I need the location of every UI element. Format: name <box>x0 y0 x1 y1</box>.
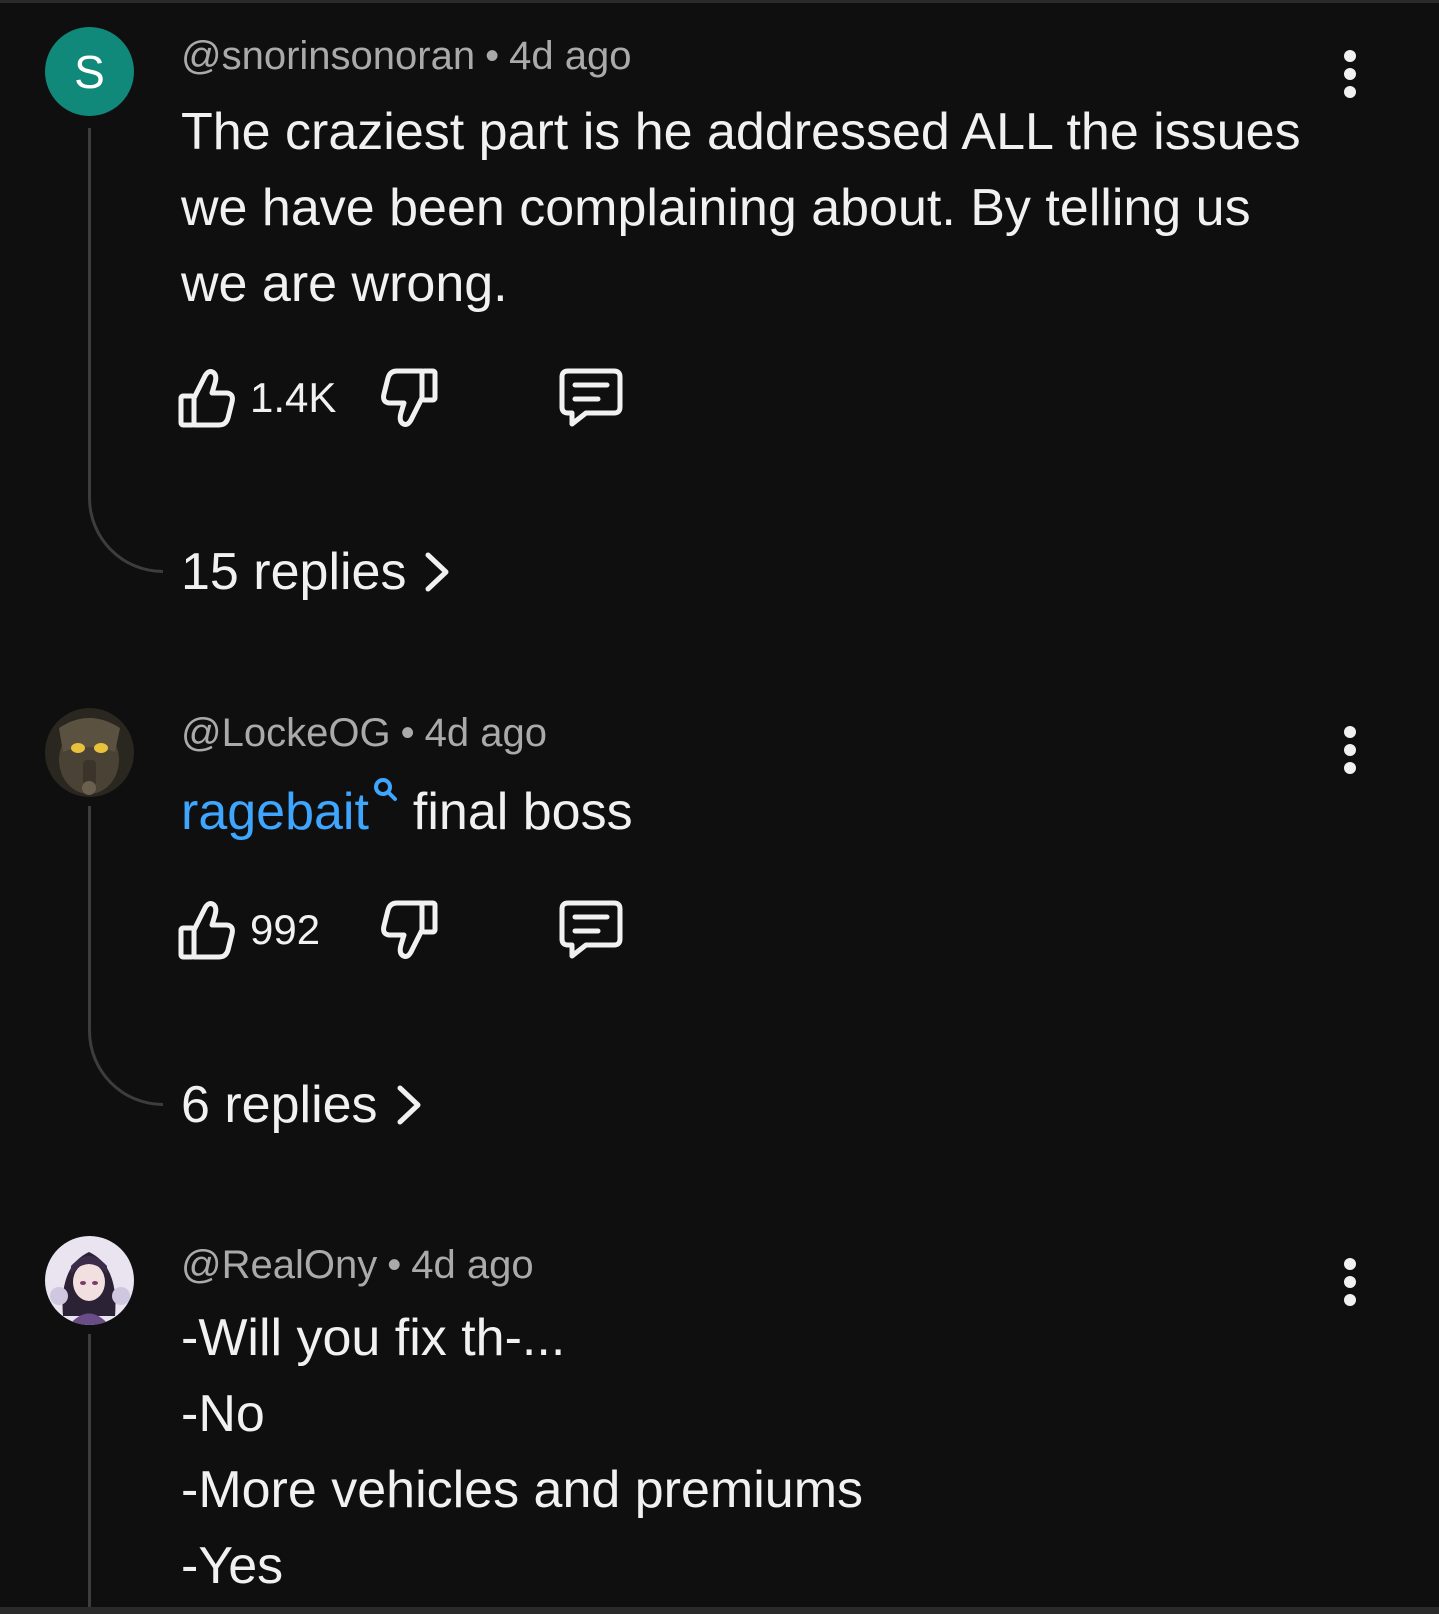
avatar-image <box>45 708 134 797</box>
hashtag-link[interactable]: ragebait <box>181 783 369 841</box>
chevron-right-icon <box>425 552 449 592</box>
comment-meta: @RealOny • 4d ago <box>181 1243 534 1288</box>
view-replies-button[interactable]: 15 replies <box>181 542 450 602</box>
comment-text-line: -No <box>181 1385 265 1443</box>
thumbs-down-icon <box>381 368 438 427</box>
more-options-button[interactable] <box>1330 44 1370 104</box>
top-border <box>0 0 1439 3</box>
thread-line <box>88 806 91 1031</box>
comment-text: ragebait final boss <box>181 774 1311 850</box>
more-vertical-icon <box>1344 726 1356 738</box>
avatar-image <box>45 1236 134 1325</box>
avatar[interactable] <box>45 1236 134 1325</box>
thread-curve <box>88 1031 163 1106</box>
comment-text-line: -Will you fix th-... <box>181 1309 566 1367</box>
comment-meta: @snorinsonoran • 4d ago <box>181 34 631 79</box>
view-replies-button[interactable]: 6 replies <box>181 1075 422 1135</box>
comment-icon <box>559 368 623 427</box>
comment-time[interactable]: 4d ago <box>509 34 631 78</box>
avatar-letter: S <box>74 45 105 98</box>
meta-separator: • <box>485 34 500 78</box>
avatar[interactable] <box>45 708 134 797</box>
author-handle[interactable]: @snorinsonoran <box>181 34 475 78</box>
dislike-button[interactable] <box>380 363 438 433</box>
more-vertical-icon <box>1344 50 1356 62</box>
meta-separator: • <box>387 1243 402 1287</box>
author-handle[interactable]: @RealOny <box>181 1243 377 1287</box>
comment-actions: 1.4K <box>178 363 678 433</box>
more-options-button[interactable] <box>1330 1252 1370 1312</box>
meta-separator: • <box>400 711 415 755</box>
thumbs-down-icon <box>381 900 438 959</box>
reply-button[interactable] <box>558 895 624 965</box>
thread-line <box>88 1334 91 1607</box>
comment-text: -Will you fix th-... -No -More vehicles … <box>181 1300 1311 1607</box>
like-count: 992 <box>250 906 321 953</box>
bottom-border <box>0 1607 1439 1614</box>
thread-curve <box>88 498 163 573</box>
thread-line <box>88 128 91 498</box>
chevron-right-icon <box>397 1085 421 1125</box>
search-icon[interactable] <box>373 777 399 807</box>
replies-label: 6 replies <box>181 1076 378 1134</box>
comment-text-line: we are wrong. <box>181 255 508 313</box>
replies-label: 15 replies <box>181 543 407 601</box>
comment-time[interactable]: 4d ago <box>425 711 547 755</box>
reply-button[interactable] <box>558 363 624 433</box>
comment-text-line: -More vehicles and premiums <box>181 1461 864 1519</box>
thumbs-up-icon <box>178 369 235 428</box>
comment-text-line: -Yes <box>181 1537 284 1595</box>
comment-text-rest: final boss <box>412 783 633 841</box>
comment-meta: @LockeOG • 4d ago <box>181 711 547 756</box>
comment-text-line: The craziest part is he addressed ALL th… <box>181 103 1301 161</box>
comment-text: The craziest part is he addressed ALL th… <box>181 94 1311 322</box>
more-vertical-icon <box>1344 1258 1356 1270</box>
comment-text-line: we have been complaining about. By telli… <box>181 179 1251 237</box>
like-button[interactable]: 1.4K <box>178 363 336 433</box>
more-options-button[interactable] <box>1330 720 1370 780</box>
dislike-button[interactable] <box>380 895 438 965</box>
like-count: 1.4K <box>250 374 337 421</box>
comment-actions: 992 <box>178 895 678 965</box>
comment-time[interactable]: 4d ago <box>411 1243 533 1287</box>
comment-icon <box>559 900 623 959</box>
author-handle[interactable]: @LockeOG <box>181 711 391 755</box>
avatar[interactable]: S <box>45 27 134 116</box>
like-button[interactable]: 992 <box>178 895 320 965</box>
thumbs-up-icon <box>178 901 235 960</box>
